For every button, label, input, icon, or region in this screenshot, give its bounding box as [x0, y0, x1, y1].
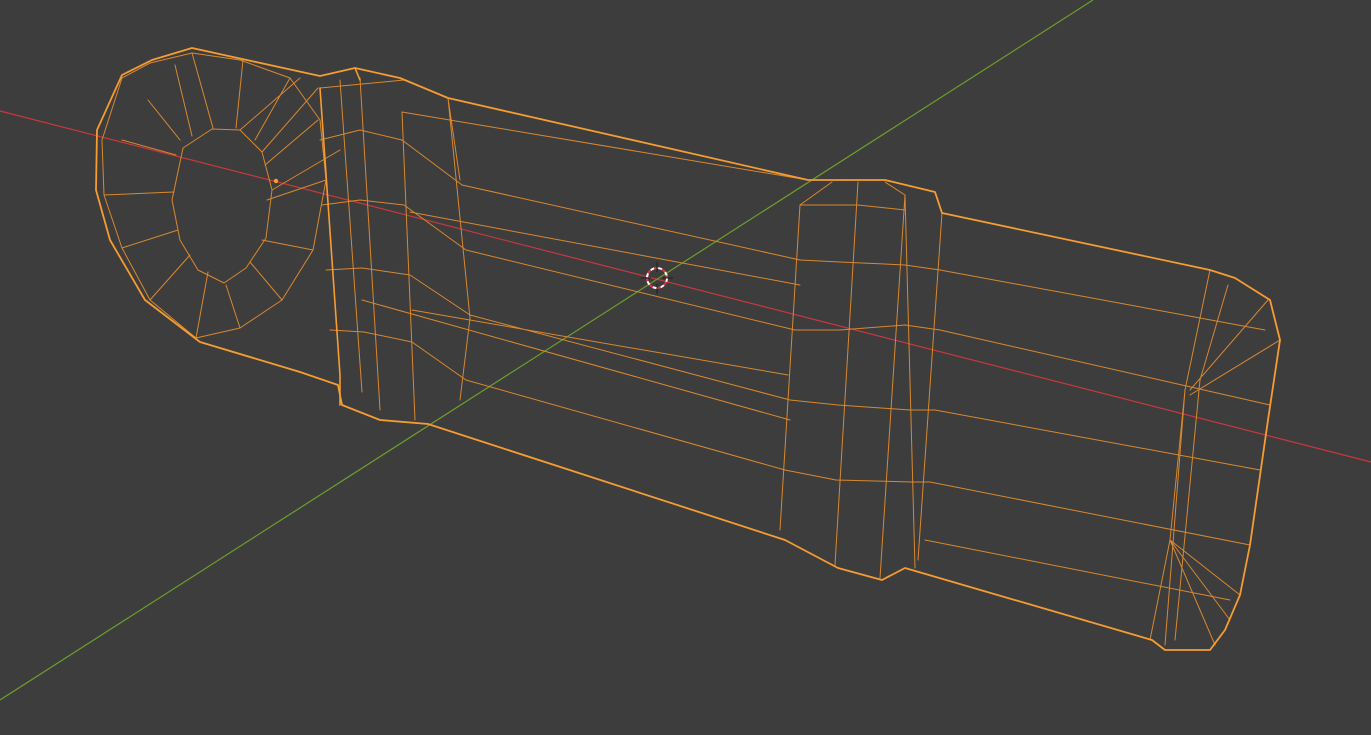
collar-1-rings [319, 129, 471, 381]
object-origin-dot[interactable] [273, 178, 279, 184]
3d-cursor-icon[interactable] [641, 262, 673, 294]
y-axis-line [0, 0, 1094, 701]
mesh-inner-edges [101, 52, 1281, 646]
eye-ring-mid [101, 52, 327, 339]
world-axes [0, 0, 1371, 701]
collar-1-bands [319, 77, 471, 421]
collar-1-front-face [319, 67, 361, 406]
rear-body-edges [924, 212, 1271, 601]
selected-mesh-wireframe[interactable] [95, 47, 1281, 651]
body-long-edges [361, 111, 809, 471]
end-cap-edges [1149, 269, 1281, 646]
eye-ring-inner-rim [171, 128, 273, 284]
eye-ring-radials [103, 52, 327, 339]
3d-viewport[interactable] [0, 0, 1371, 735]
viewport-canvas[interactable] [0, 0, 1371, 735]
collar-2-bands [779, 181, 943, 579]
collar-2-rings [784, 204, 941, 483]
